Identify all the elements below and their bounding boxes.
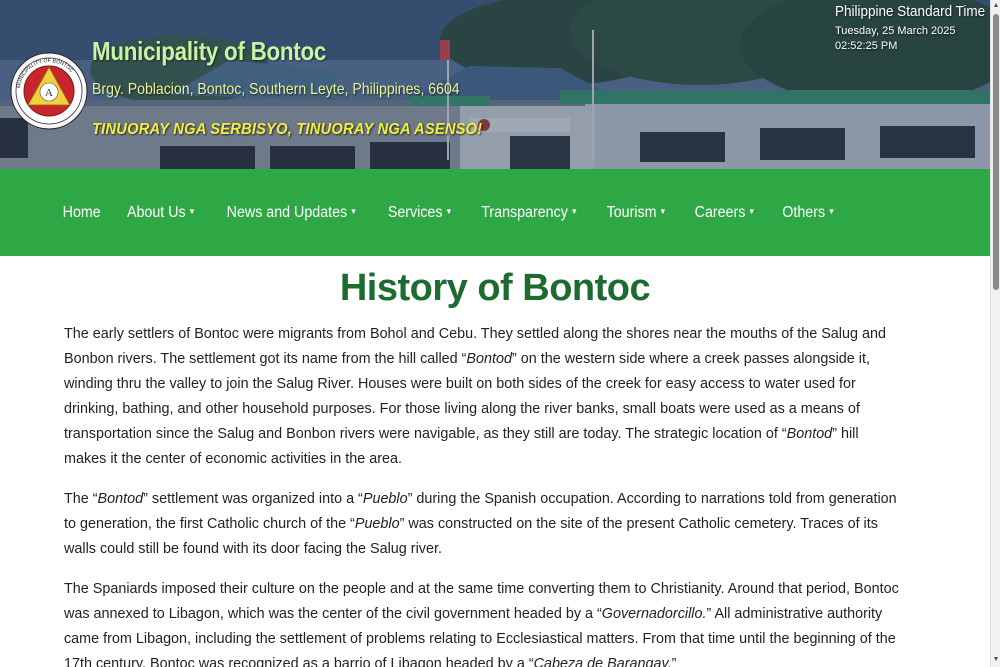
caret-down-icon: ▼ — [188, 206, 197, 216]
caret-down-icon: ▼ — [659, 206, 668, 216]
nav-item-transparency[interactable]: Transparency ▼ — [471, 204, 588, 222]
nav-menu: Home About Us ▼ News and Updates ▼ Service… — [50, 169, 848, 256]
site-header: A MUNICIPALITY OF BONTOC Municipality of… — [0, 0, 990, 169]
caret-down-icon: ▼ — [349, 206, 358, 216]
italic-term: Pueblo — [362, 491, 408, 507]
nav-item-tourism[interactable]: Tourism ▼ — [597, 204, 677, 222]
nav-item-label: Others — [781, 203, 825, 221]
caret-down-icon: ▼ — [445, 206, 453, 216]
pst-clock-datetime: Tuesday, 25 March 2025 02:52:25 PM — [835, 25, 956, 52]
main-navbar: Home About Us ▼ News and Updates ▼ Service… — [0, 169, 990, 256]
caret-down-icon: ▼ — [747, 206, 756, 216]
italic-term: Bontod — [786, 426, 833, 442]
caret-down-icon: ▼ — [570, 206, 579, 216]
nav-item-label: About Us — [127, 203, 187, 221]
scroll-up-arrow-icon[interactable]: ▲ — [991, 0, 1000, 12]
nav-item-news-and-updates[interactable]: News and Updates ▼ — [217, 204, 368, 222]
paragraph-text: ” settlement was organized into a “ — [143, 491, 363, 507]
site-motto: TINUORAY NGA SERBISYO, TINUORAY NGA ASEN… — [92, 121, 483, 138]
history-article: The early settlers of Bontoc were migran… — [64, 322, 914, 667]
nav-item-services[interactable]: Services ▼ — [378, 204, 463, 222]
nav-item-others[interactable]: Others ▼ — [772, 204, 845, 222]
nav-item-about-us[interactable]: About Us ▼ — [117, 204, 206, 222]
main-content: History of Bontoc The early settlers of … — [0, 256, 990, 667]
nav-item-label: Transparency — [481, 203, 569, 221]
history-paragraph: The “Bontod” settlement was organized in… — [64, 487, 901, 562]
paragraph-text: The “ — [64, 491, 98, 507]
history-paragraph: The early settlers of Bontoc were migran… — [64, 322, 901, 472]
scroll-down-arrow-icon[interactable]: ▼ — [991, 654, 1000, 666]
italic-term: Cabeza de Barangay. — [533, 656, 672, 667]
nav-item-label: News and Updates — [226, 203, 348, 221]
italic-term: Bontod — [466, 351, 512, 367]
nav-item-label: Tourism — [607, 203, 657, 221]
italic-term: Bontod — [97, 491, 144, 507]
history-paragraph: The Spaniards imposed their culture on t… — [64, 577, 901, 667]
municipal-seal-logo: A MUNICIPALITY OF BONTOC — [10, 52, 88, 130]
page-title: History of Bontoc — [339, 267, 651, 309]
caret-down-icon: ▼ — [827, 206, 835, 216]
svg-text:A: A — [45, 87, 53, 99]
pst-clock-label: Philippine Standard Time — [835, 3, 986, 20]
nav-item-label: Careers — [694, 203, 745, 221]
site-address: Brgy. Poblacion, Bontoc, Southern Leyte,… — [92, 81, 460, 98]
nav-item-careers[interactable]: Careers ▼ — [684, 204, 765, 222]
site-title[interactable]: Municipality of Bontoc — [92, 36, 326, 67]
scrollbar-thumb[interactable] — [993, 14, 999, 290]
paragraph-text: ” — [671, 656, 677, 667]
vertical-scrollbar[interactable]: ▲ ▼ — [990, 0, 1000, 667]
italic-term: Pueblo — [354, 516, 400, 532]
nav-item-label: Home — [62, 203, 101, 221]
italic-term: Governadorcillo. — [601, 606, 707, 622]
nav-item-label: Services — [387, 203, 443, 221]
nav-item-home[interactable]: Home — [53, 204, 111, 222]
